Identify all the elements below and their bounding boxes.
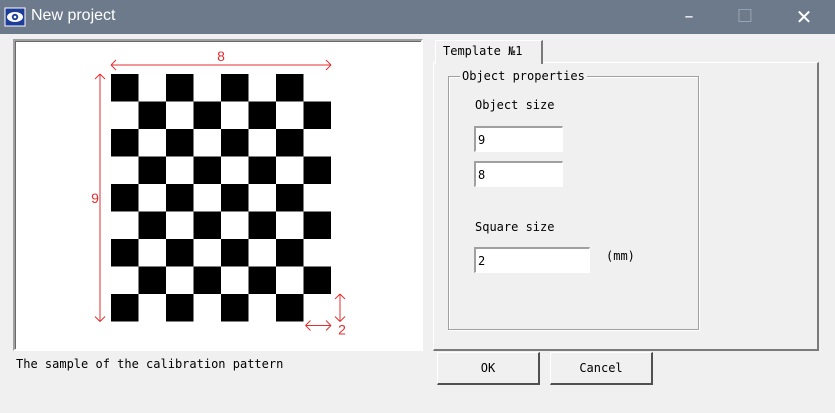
cancel-button[interactable]: Cancel (550, 352, 653, 385)
height-arrow (99, 316, 106, 322)
square-size-unit: (mm) (606, 249, 635, 263)
title-bar: New project – ☐ ✕ (0, 0, 835, 34)
pattern-square (248, 266, 276, 294)
pattern-square (248, 211, 276, 239)
square-size-arrow (339, 293, 346, 300)
pattern-square (193, 101, 221, 129)
pattern-square (166, 294, 194, 322)
pattern-square (276, 129, 304, 157)
pattern-square (166, 74, 194, 102)
pattern-square (166, 184, 194, 212)
window-title: New project (31, 7, 116, 24)
pattern-preview: 8 9 2 (13, 39, 423, 351)
maximize-button[interactable]: ☐ (716, 0, 774, 34)
pattern-square (248, 101, 276, 129)
pattern-square (111, 74, 139, 102)
pattern-square (276, 184, 304, 212)
width-arrow (325, 64, 332, 71)
object-size-rows-input[interactable] (474, 126, 563, 152)
pattern-square (221, 239, 249, 267)
pattern-square (193, 156, 221, 184)
pattern-square (193, 211, 221, 239)
square-size-arrow (325, 320, 332, 326)
width-arrow (110, 64, 117, 71)
pattern-square (221, 184, 249, 212)
object-properties-group (448, 76, 699, 330)
square-size-arrow (325, 325, 332, 331)
tab-template-1[interactable]: Template №1 (435, 40, 543, 64)
pattern-square (111, 239, 139, 267)
object-size-label: Object size (475, 98, 555, 112)
pattern-square (193, 266, 221, 294)
height-arrow (94, 73, 101, 80)
minimize-button[interactable]: – (660, 0, 718, 34)
pattern-square (303, 211, 331, 239)
group-legend: Object properties (460, 69, 587, 83)
height-dimension-label: 9 (91, 190, 99, 206)
object-size-cols-input[interactable] (474, 161, 563, 187)
preview-caption: The sample of the calibration pattern (16, 357, 284, 371)
pattern-square (166, 129, 194, 157)
pattern-square (276, 239, 304, 267)
pattern-square (221, 74, 249, 102)
width-arrow (325, 59, 332, 66)
square-size-dimension-label: 2 (338, 322, 346, 338)
pattern-square (303, 156, 331, 184)
pattern-square (303, 266, 331, 294)
pattern-square (303, 101, 331, 129)
pattern-square (276, 74, 304, 102)
height-arrow (99, 73, 106, 80)
pattern-square (111, 184, 139, 212)
ok-button[interactable]: OK (437, 352, 540, 385)
eye-camera-icon (4, 7, 26, 27)
pattern-square (138, 211, 166, 239)
square-size-label: Square size (475, 220, 555, 234)
pattern-square (166, 239, 194, 267)
pattern-square (111, 129, 139, 157)
pattern-square (138, 101, 166, 129)
close-button[interactable]: ✕ (775, 0, 833, 34)
pattern-square (138, 156, 166, 184)
square-size-arrow (305, 320, 311, 326)
square-size-arrow (334, 293, 341, 300)
width-arrow (110, 59, 117, 66)
pattern-square (221, 294, 249, 322)
calibration-pattern-drawing: 8 9 2 (91, 48, 346, 338)
pattern-square (248, 156, 276, 184)
pattern-square (111, 294, 139, 322)
square-size-arrow (305, 325, 311, 331)
width-dimension-label: 8 (217, 48, 225, 64)
square-size-input[interactable] (474, 247, 590, 273)
height-arrow (94, 316, 101, 322)
pattern-square (138, 266, 166, 294)
pattern-square (221, 129, 249, 157)
pattern-square (276, 294, 304, 322)
